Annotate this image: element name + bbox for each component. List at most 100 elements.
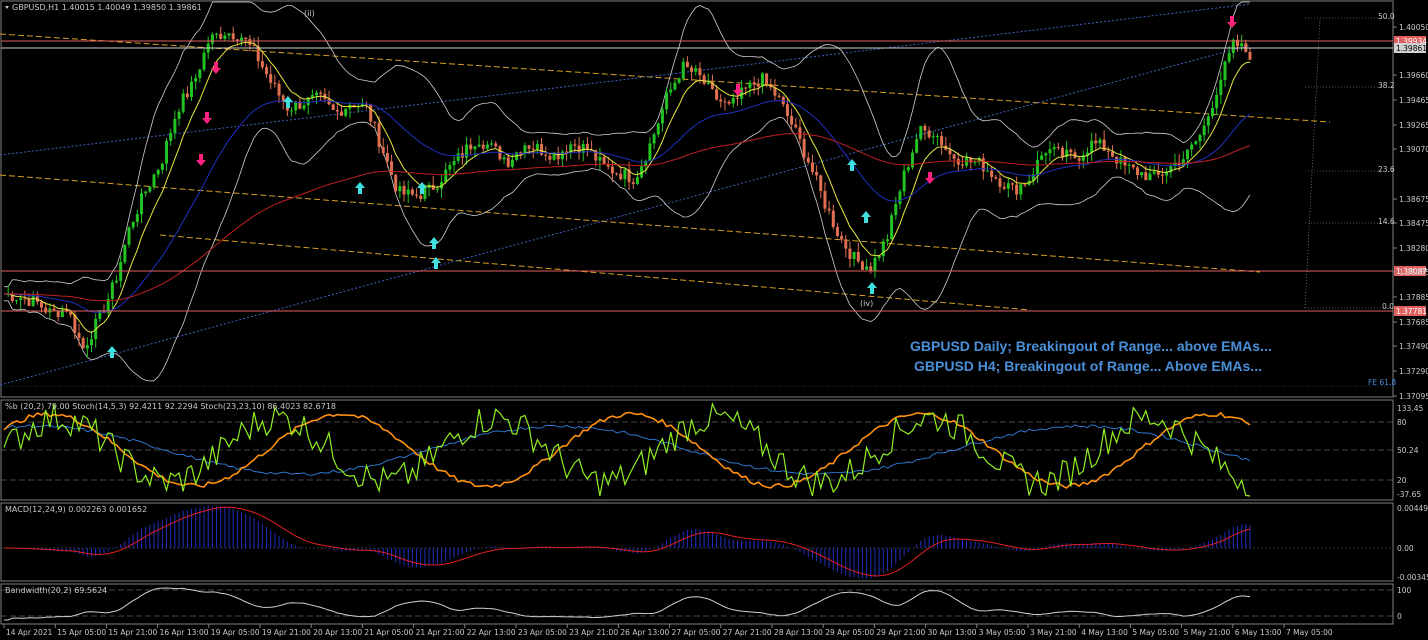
- candle-body: [1119, 157, 1123, 164]
- candle-body: [156, 169, 160, 175]
- candle-body: [902, 170, 906, 192]
- price-tick-label: 1.39265: [1399, 121, 1428, 130]
- candle-body: [673, 82, 677, 90]
- candle-body: [544, 154, 548, 156]
- candle-body: [1048, 149, 1052, 154]
- candle-body: [335, 109, 339, 112]
- candle-body: [894, 204, 898, 216]
- candle-body: [898, 191, 902, 205]
- candle-body: [215, 33, 219, 35]
- candle-body: [310, 95, 314, 98]
- candle-body: [860, 261, 864, 270]
- candle-body: [448, 165, 452, 170]
- dropdown-triangle-icon[interactable]: [5, 6, 9, 9]
- candle-body: [1052, 147, 1056, 150]
- price-tick-label: 1.37290: [1399, 367, 1428, 376]
- candle-body: [385, 152, 389, 162]
- candle-body: [660, 109, 664, 124]
- candle-body: [1248, 51, 1252, 60]
- candle-body: [398, 186, 402, 192]
- candle-body: [923, 125, 927, 131]
- candle-body: [573, 144, 577, 146]
- stoch-axis-label: -37.65: [1397, 490, 1421, 499]
- fe-618-label: FE 61.8: [1368, 378, 1396, 387]
- note-h4: GBPUSD H4; Breakingout of Range... Above…: [914, 358, 1262, 374]
- candle-body: [202, 52, 206, 70]
- candle-body: [1198, 135, 1202, 142]
- candle-body: [15, 300, 19, 302]
- price-tick-label: 1.37685: [1399, 318, 1428, 327]
- time-tick-label: 7 May 05:00: [1286, 628, 1333, 637]
- candle-body: [1160, 174, 1164, 176]
- candle-body: [248, 39, 252, 45]
- candle-body: [152, 174, 156, 187]
- candle-body: [1035, 159, 1039, 175]
- candle-body: [635, 177, 639, 184]
- time-tick-label: 21 Apr 05:00: [364, 628, 413, 637]
- time-tick-label: 20 Apr 13:00: [313, 628, 362, 637]
- candle-body: [1090, 140, 1094, 153]
- candle-body: [744, 87, 748, 89]
- candle-body: [510, 159, 514, 167]
- trading-chart[interactable]: 1.399341.398611.380871.37781 1.40050 1.39…: [0, 0, 1428, 640]
- candle-body: [444, 169, 448, 183]
- candle-body: [931, 136, 935, 138]
- macd-indicator: 0.004493 0.00 -0.003456: [1, 504, 1428, 582]
- time-tick-label: 6 May 13:00: [1235, 628, 1282, 637]
- candle-body: [615, 173, 619, 175]
- candle-body: [340, 111, 344, 116]
- candle-body: [869, 266, 873, 271]
- candle-body: [1106, 150, 1110, 152]
- candle-body: [690, 67, 694, 72]
- candle-body: [1152, 171, 1156, 174]
- candle-body: [1144, 172, 1148, 181]
- fib-diagonal: [1304, 17, 1321, 309]
- bandwidth-indicator: 100 0: [1, 586, 1412, 621]
- candle-body: [765, 73, 769, 85]
- candle-body: [885, 239, 889, 242]
- candle-body: [656, 123, 660, 135]
- candle-body: [1135, 167, 1139, 175]
- price-axis: 1.40050 1.39660 1.39465 1.39265 1.39070 1.386…: [1393, 23, 1428, 401]
- candle-body: [494, 143, 498, 147]
- buy-arrow-icon: [867, 282, 877, 294]
- candle-body: [1077, 158, 1081, 161]
- candle-body: [973, 162, 977, 164]
- candle-body: [856, 251, 860, 262]
- candle-body: [452, 160, 456, 166]
- candle-body: [123, 244, 127, 263]
- candle-body: [165, 140, 169, 164]
- candle-body: [735, 97, 739, 99]
- macd-pane[interactable]: [0, 502, 1394, 582]
- candle-body: [469, 144, 473, 150]
- bandwidth-line: [4, 587, 1251, 621]
- candle-body: [1240, 43, 1244, 47]
- macd-axis-label: 0.00: [1397, 544, 1414, 553]
- candle-body: [44, 307, 48, 313]
- time-tick-label: 29 Apr 05:00: [825, 628, 874, 637]
- candle-body: [819, 175, 823, 191]
- channel-lines: [0, 3, 1331, 386]
- candle-body: [181, 93, 185, 112]
- candle-body: [490, 143, 494, 145]
- candle-body: [948, 149, 952, 155]
- candle-body: [685, 61, 689, 68]
- candle-body: [481, 144, 485, 149]
- candle-body: [319, 92, 323, 94]
- candle-body: [727, 101, 731, 104]
- candle-body: [173, 118, 177, 133]
- candle-body: [694, 68, 698, 72]
- sell-arrow-icon: [202, 112, 212, 124]
- price-tick-label: 1.39660: [1399, 71, 1428, 80]
- candle-body: [419, 195, 423, 199]
- sell-arrow-icon: [196, 154, 206, 166]
- candle-body: [331, 104, 335, 110]
- buy-arrow-icon: [107, 346, 117, 358]
- candle-body: [473, 146, 477, 150]
- candle-body: [990, 170, 994, 178]
- candle-body: [760, 73, 764, 87]
- candle-body: [160, 163, 164, 170]
- time-tick-label: 29 Apr 21:00: [876, 628, 925, 637]
- candle-body: [994, 177, 998, 179]
- candle-body: [540, 143, 544, 155]
